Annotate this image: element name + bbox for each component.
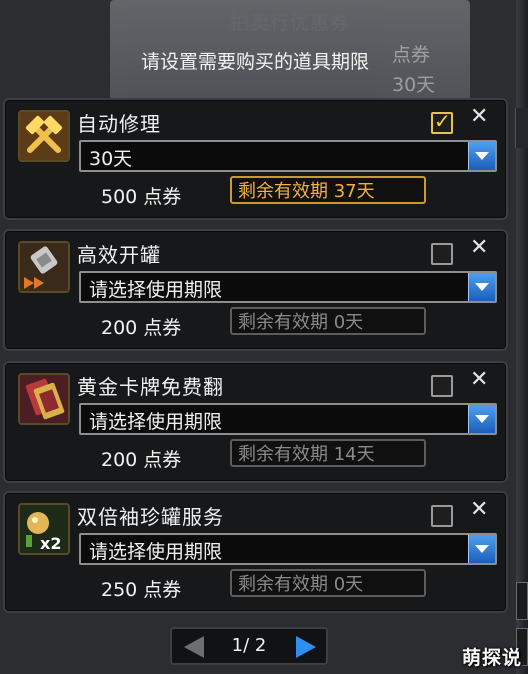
remaining-validity: 剩余有效期 14天	[230, 439, 426, 467]
duration-select-value: 30天	[89, 148, 133, 170]
scrollbar-thumb[interactable]	[515, 108, 528, 148]
item-row-double-jar: x2 双倍袖珍罐服务 ✕ 请选择使用期限 250 点券 剩余有效期 0天	[3, 491, 508, 613]
close-icon[interactable]: ✕	[470, 235, 488, 260]
item-row-efficient-open: 高效开罐 ✕ 请选择使用期限 200 点券 剩余有效期 0天	[3, 229, 508, 351]
next-page-button[interactable]	[296, 636, 316, 658]
item-price: 500 点券	[101, 186, 182, 208]
remaining-validity: 剩余有效期 0天	[230, 307, 426, 335]
hammer-icon	[18, 110, 70, 162]
duration-select[interactable]: 请选择使用期限	[79, 533, 497, 565]
select-checkbox[interactable]	[431, 243, 453, 265]
remaining-validity: 剩余有效期 37天	[230, 176, 426, 204]
item-name: 高效开罐	[77, 243, 161, 267]
svg-text:x2: x2	[40, 534, 61, 553]
select-checkbox[interactable]	[431, 375, 453, 397]
close-icon[interactable]: ✕	[470, 497, 488, 522]
close-icon[interactable]: ✕	[470, 367, 488, 392]
card-icon	[18, 373, 70, 425]
background-window-title: 拍卖行优惠券	[229, 12, 350, 34]
instruction-text: 请设置需要购买的道具期限	[140, 51, 369, 73]
duration-select[interactable]: 请选择使用期限	[79, 403, 497, 435]
chevron-down-icon[interactable]	[468, 273, 495, 301]
chevron-down-icon[interactable]	[468, 535, 495, 563]
duration-select[interactable]: 30天	[79, 140, 497, 172]
item-price: 200 点券	[101, 449, 182, 471]
select-checkbox[interactable]	[431, 505, 453, 527]
select-checkbox[interactable]: ✓	[431, 109, 453, 134]
side-tab[interactable]	[516, 582, 528, 620]
item-row-auto-repair: 自动修理 ✓ ✕ 30天 500 点券 剩余有效期 37天	[3, 98, 508, 220]
remaining-validity: 剩余有效期 0天	[230, 569, 426, 597]
item-row-gold-card-flip: 黄金卡牌免费翻 ✕ 请选择使用期限 200 点券 剩余有效期 14天	[3, 361, 508, 483]
duration-select-value: 请选择使用期限	[89, 541, 223, 563]
pagination: 1/ 2	[170, 627, 328, 665]
duration-select-value: 请选择使用期限	[89, 411, 223, 433]
chevron-down-icon[interactable]	[468, 405, 495, 433]
item-price: 200 点券	[101, 317, 182, 339]
item-name: 自动修理	[77, 112, 161, 136]
scrollbar[interactable]	[516, 0, 528, 674]
close-icon[interactable]: ✕	[470, 104, 488, 129]
item-name: 双倍袖珍罐服务	[77, 505, 224, 529]
duration-select-value: 请选择使用期限	[89, 279, 223, 301]
chevron-down-icon[interactable]	[468, 142, 495, 170]
item-name: 黄金卡牌免费翻	[77, 375, 224, 399]
drill-icon	[18, 241, 70, 293]
check-icon: ✓	[434, 109, 451, 133]
double-jar-icon: x2	[18, 503, 70, 555]
watermark: 萌探说	[461, 647, 522, 669]
duration-select[interactable]: 请选择使用期限	[79, 271, 497, 303]
item-price: 250 点券	[101, 579, 182, 601]
